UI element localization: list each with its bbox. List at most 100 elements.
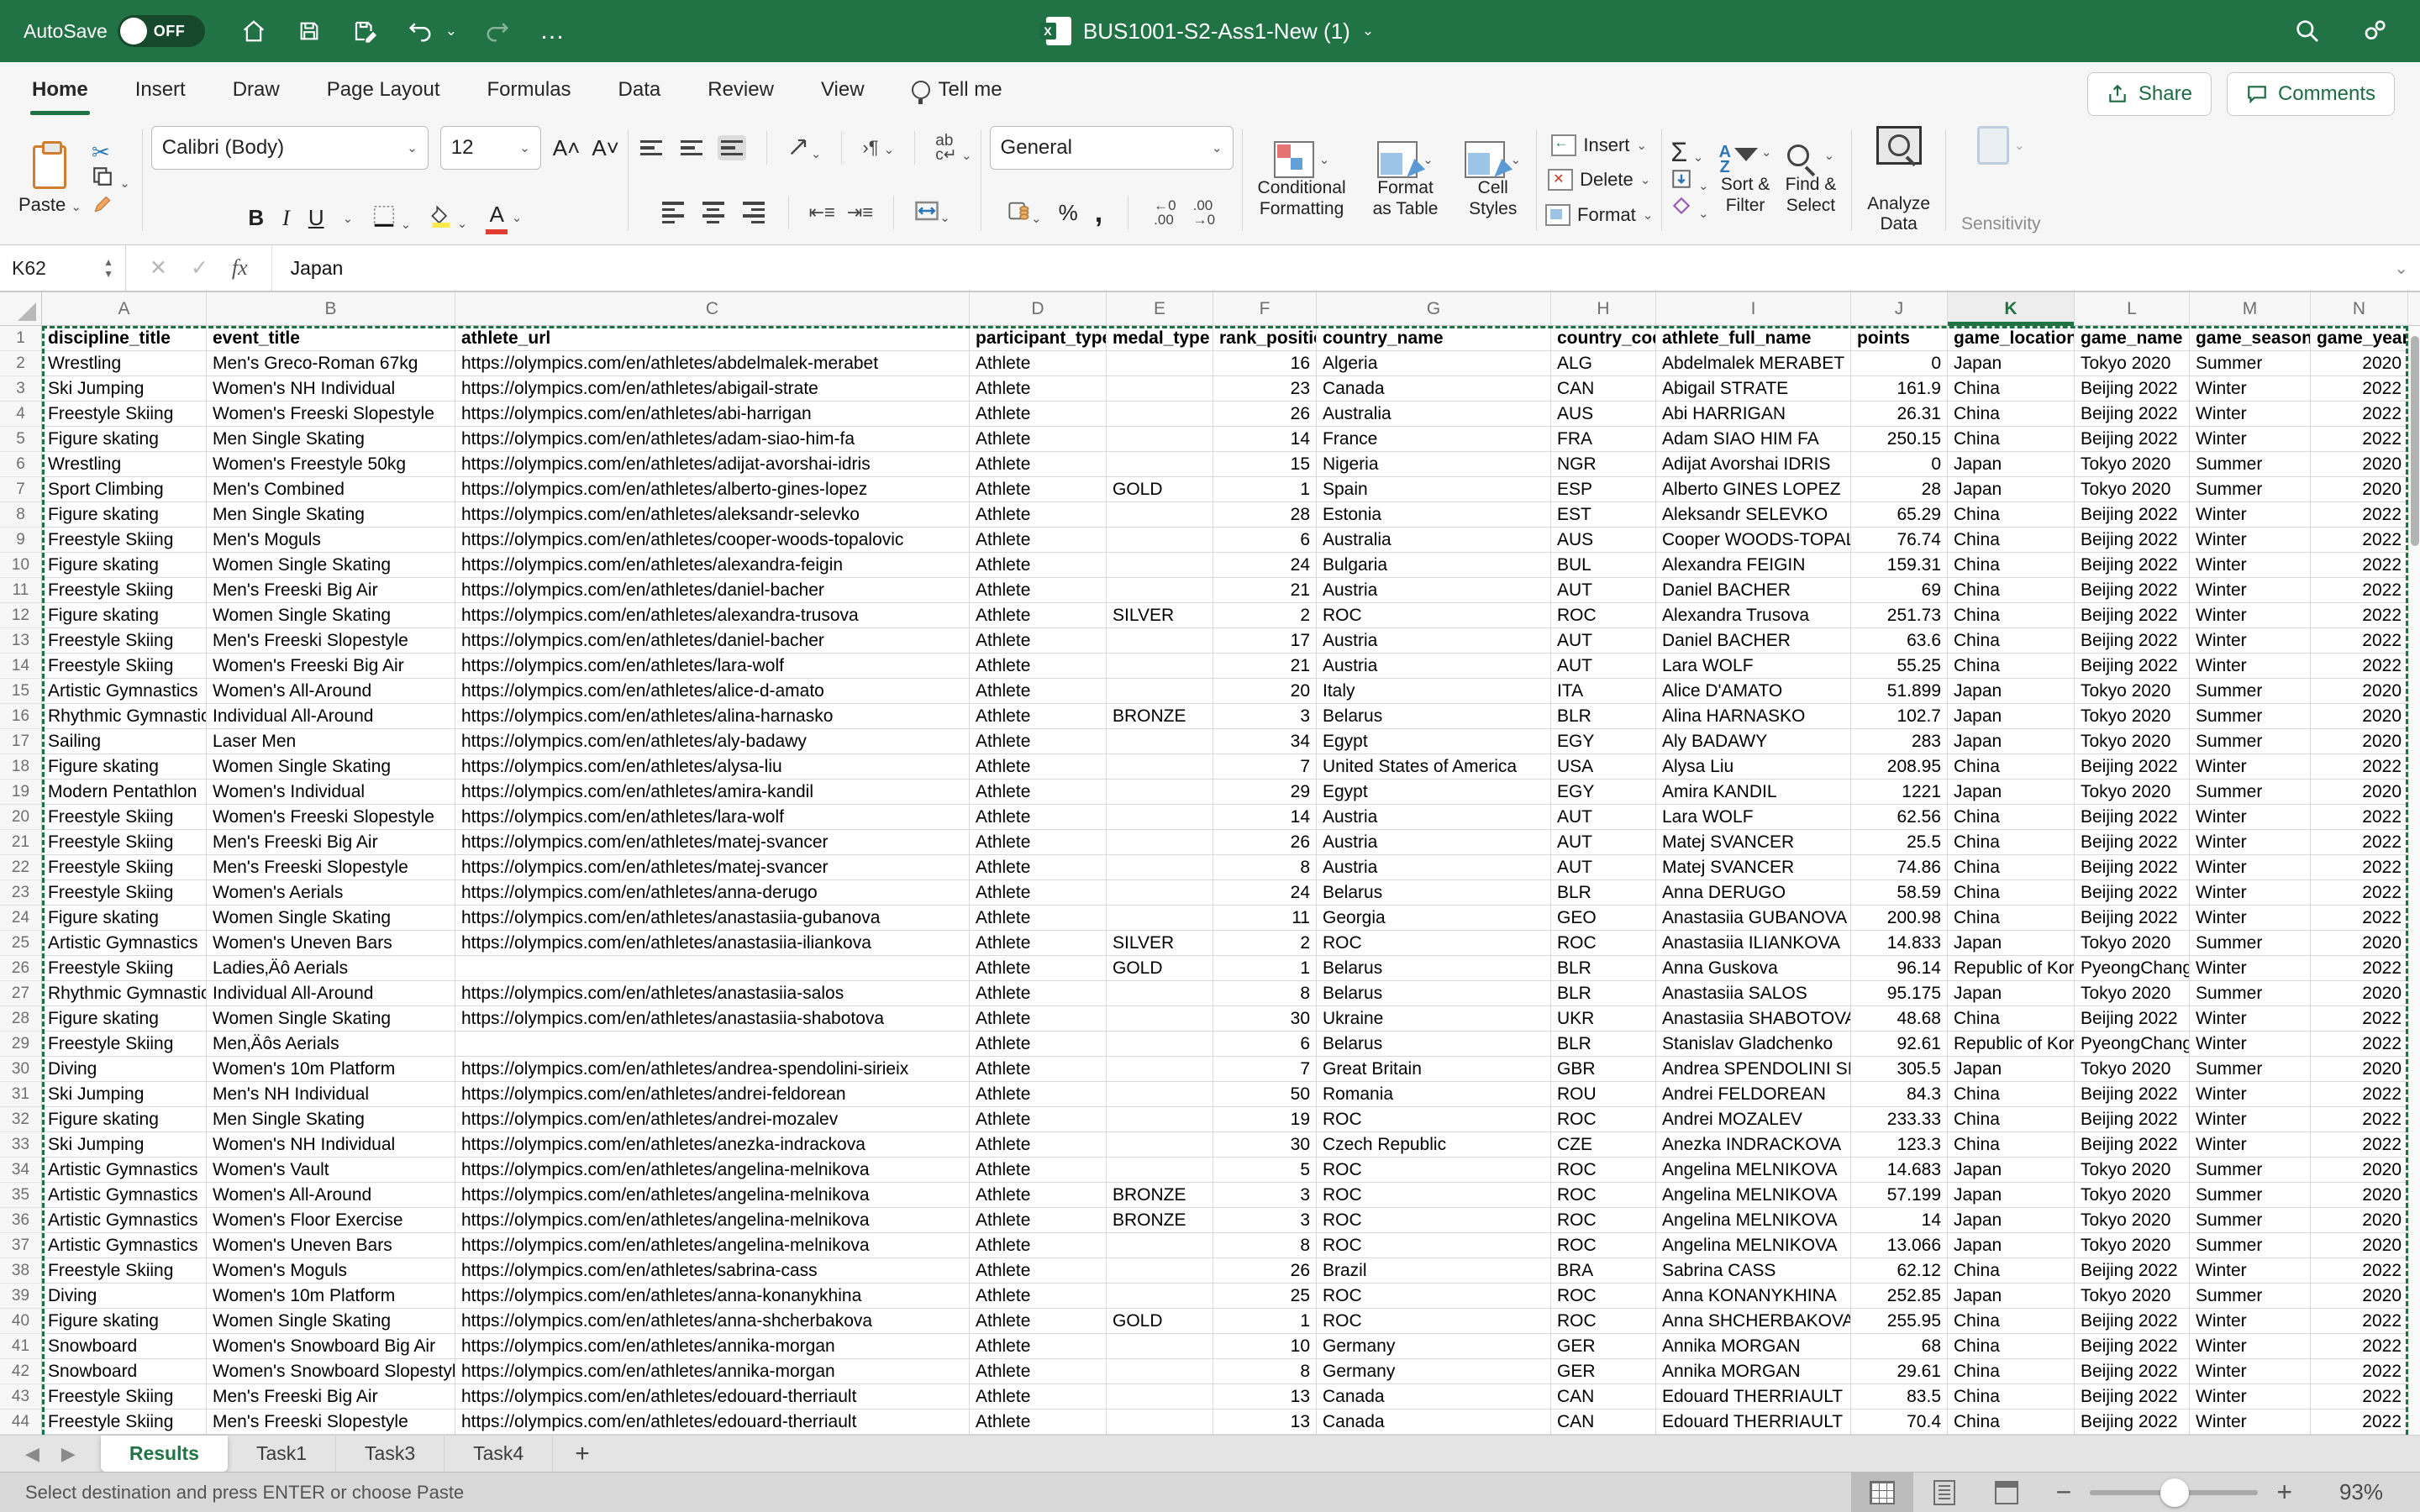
cell-J19[interactable]: 1221: [1851, 780, 1948, 805]
cell-M16[interactable]: Summer: [2190, 704, 2311, 729]
cell-M12[interactable]: Winter: [2190, 603, 2311, 628]
cell-A25[interactable]: Artistic Gymnastics: [42, 931, 207, 956]
cell-I44[interactable]: Edouard THERRIAULT: [1656, 1410, 1851, 1435]
cell-H29[interactable]: BLR: [1551, 1032, 1656, 1057]
cell-D44[interactable]: Athlete: [970, 1410, 1107, 1435]
cell-F27[interactable]: 8: [1213, 981, 1317, 1006]
comments-button[interactable]: Comments: [2227, 72, 2395, 116]
italic-button[interactable]: I: [282, 206, 290, 231]
column-header-I[interactable]: I: [1656, 292, 1851, 326]
cell-N35[interactable]: 2020: [2311, 1183, 2408, 1208]
cell-A2[interactable]: Wrestling: [42, 351, 207, 376]
row-header-2[interactable]: 2: [0, 351, 42, 376]
cell-K10[interactable]: China: [1948, 553, 2075, 578]
cell-B1[interactable]: event_title: [207, 326, 455, 351]
cell-B29[interactable]: Men‚Äôs Aerials: [207, 1032, 455, 1057]
cell-C30[interactable]: https://olympics.com/en/athletes/andrea-…: [455, 1057, 970, 1082]
cell-J5[interactable]: 250.15: [1851, 427, 1948, 452]
cell-C1[interactable]: athlete_url: [455, 326, 970, 351]
row-header-4[interactable]: 4: [0, 402, 42, 427]
cell-M44[interactable]: Winter: [2190, 1410, 2311, 1435]
cell-E26[interactable]: GOLD: [1107, 956, 1213, 981]
cell-B19[interactable]: Women's Individual: [207, 780, 455, 805]
cell-N1[interactable]: game_year: [2311, 326, 2408, 351]
insert-function-icon[interactable]: fx: [232, 255, 248, 281]
cell-C36[interactable]: https://olympics.com/en/athletes/angelin…: [455, 1208, 970, 1233]
cell-A16[interactable]: Rhythmic Gymnastics: [42, 704, 207, 729]
cell-L8[interactable]: Beijing 2022: [2075, 502, 2190, 528]
cell-L37[interactable]: Tokyo 2020: [2075, 1233, 2190, 1258]
cell-I22[interactable]: Matej SVANCER: [1656, 855, 1851, 880]
cell-M34[interactable]: Summer: [2190, 1158, 2311, 1183]
cell-G36[interactable]: ROC: [1317, 1208, 1551, 1233]
cell-B36[interactable]: Women's Floor Exercise: [207, 1208, 455, 1233]
cell-I17[interactable]: Aly BADAWY: [1656, 729, 1851, 754]
cell-H35[interactable]: ROC: [1551, 1183, 1656, 1208]
cell-J4[interactable]: 26.31: [1851, 402, 1948, 427]
cell-C42[interactable]: https://olympics.com/en/athletes/annika-…: [455, 1359, 970, 1384]
cell-L19[interactable]: Tokyo 2020: [2075, 780, 2190, 805]
row-header-38[interactable]: 38: [0, 1258, 42, 1284]
cell-A24[interactable]: Figure skating: [42, 906, 207, 931]
cell-F9[interactable]: 6: [1213, 528, 1317, 553]
cell-A32[interactable]: Figure skating: [42, 1107, 207, 1132]
align-top-icon[interactable]: [637, 135, 666, 161]
cell-H42[interactable]: GER: [1551, 1359, 1656, 1384]
align-right-icon[interactable]: [739, 197, 768, 228]
cell-A28[interactable]: Figure skating: [42, 1006, 207, 1032]
cell-K17[interactable]: Japan: [1948, 729, 2075, 754]
cell-J27[interactable]: 95.175: [1851, 981, 1948, 1006]
cell-M32[interactable]: Winter: [2190, 1107, 2311, 1132]
cell-H28[interactable]: UKR: [1551, 1006, 1656, 1032]
cell-F44[interactable]: 13: [1213, 1410, 1317, 1435]
cell-E16[interactable]: BRONZE: [1107, 704, 1213, 729]
cell-E3[interactable]: [1107, 376, 1213, 402]
cell-N25[interactable]: 2020: [2311, 931, 2408, 956]
cell-F8[interactable]: 28: [1213, 502, 1317, 528]
cell-L4[interactable]: Beijing 2022: [2075, 402, 2190, 427]
undo-dropdown-icon[interactable]: ⌄: [445, 23, 457, 39]
row-header-40[interactable]: 40: [0, 1309, 42, 1334]
cell-E18[interactable]: [1107, 754, 1213, 780]
cell-K37[interactable]: Japan: [1948, 1233, 2075, 1258]
cell-J18[interactable]: 208.95: [1851, 754, 1948, 780]
cell-B24[interactable]: Women Single Skating: [207, 906, 455, 931]
cell-B41[interactable]: Women's Snowboard Big Air: [207, 1334, 455, 1359]
cell-G11[interactable]: Austria: [1317, 578, 1551, 603]
cell-E6[interactable]: [1107, 452, 1213, 477]
autosave-switch[interactable]: OFF: [118, 15, 205, 47]
row-header-21[interactable]: 21: [0, 830, 42, 855]
cell-I42[interactable]: Annika MORGAN: [1656, 1359, 1851, 1384]
cell-D40[interactable]: Athlete: [970, 1309, 1107, 1334]
cell-B31[interactable]: Men's NH Individual: [207, 1082, 455, 1107]
cell-A14[interactable]: Freestyle Skiing: [42, 654, 207, 679]
cell-A38[interactable]: Freestyle Skiing: [42, 1258, 207, 1284]
cell-H6[interactable]: NGR: [1551, 452, 1656, 477]
cell-D43[interactable]: Athlete: [970, 1384, 1107, 1410]
cell-E39[interactable]: [1107, 1284, 1213, 1309]
cell-E35[interactable]: BRONZE: [1107, 1183, 1213, 1208]
cell-A4[interactable]: Freestyle Skiing: [42, 402, 207, 427]
cell-E7[interactable]: GOLD: [1107, 477, 1213, 502]
conditional-formatting-button[interactable]: ⌄ Conditional Formatting: [1251, 139, 1353, 220]
cell-K40[interactable]: China: [1948, 1309, 2075, 1334]
cell-J23[interactable]: 58.59: [1851, 880, 1948, 906]
cell-J7[interactable]: 28: [1851, 477, 1948, 502]
align-middle-icon[interactable]: [677, 135, 706, 161]
cell-F3[interactable]: 23: [1213, 376, 1317, 402]
cell-N43[interactable]: 2022: [2311, 1384, 2408, 1410]
cell-E12[interactable]: SILVER: [1107, 603, 1213, 628]
cell-C24[interactable]: https://olympics.com/en/athletes/anastas…: [455, 906, 970, 931]
cell-A8[interactable]: Figure skating: [42, 502, 207, 528]
cell-J40[interactable]: 255.95: [1851, 1309, 1948, 1334]
cell-D9[interactable]: Athlete: [970, 528, 1107, 553]
cell-K32[interactable]: China: [1948, 1107, 2075, 1132]
cell-H40[interactable]: ROC: [1551, 1309, 1656, 1334]
cell-K6[interactable]: Japan: [1948, 452, 2075, 477]
cell-E33[interactable]: [1107, 1132, 1213, 1158]
cell-G34[interactable]: ROC: [1317, 1158, 1551, 1183]
cell-E10[interactable]: [1107, 553, 1213, 578]
cell-J15[interactable]: 51.899: [1851, 679, 1948, 704]
row-header-11[interactable]: 11: [0, 578, 42, 603]
cell-N28[interactable]: 2022: [2311, 1006, 2408, 1032]
